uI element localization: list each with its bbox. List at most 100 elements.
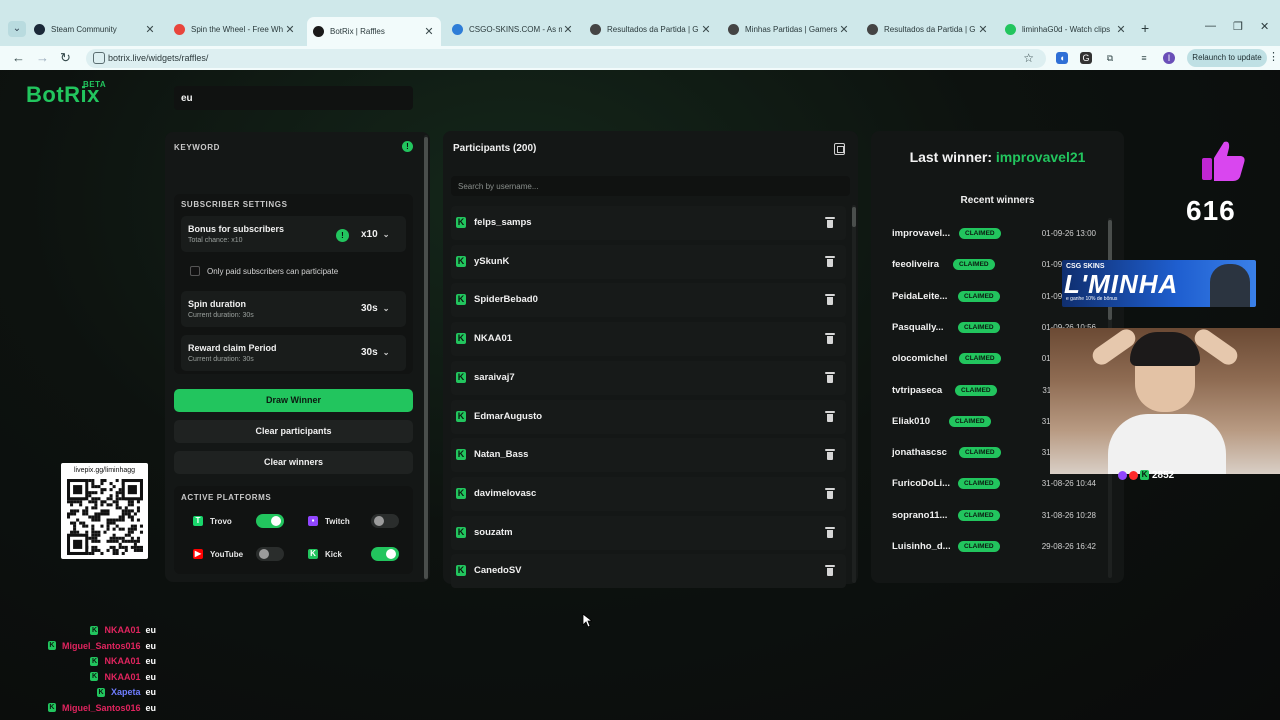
tab-favicon-icon bbox=[1005, 23, 1016, 35]
tab-close-icon[interactable]: ✕ bbox=[144, 23, 156, 36]
tab-favicon-icon bbox=[590, 23, 601, 35]
viewer-counter: K 2852 bbox=[1118, 468, 1174, 482]
toggle-knob bbox=[386, 549, 396, 559]
claimed-badge: CLAIMED bbox=[955, 384, 997, 396]
participants-scroll-thumb[interactable] bbox=[852, 207, 856, 227]
delete-participant-icon[interactable] bbox=[825, 448, 835, 461]
platform-youtube: ▶ YouTube bbox=[181, 541, 291, 567]
browser-menu-icon[interactable]: ⋮ bbox=[1268, 50, 1279, 63]
browser-tab[interactable]: Spin the Wheel - Free Wh ✕ bbox=[168, 17, 302, 41]
tab-label: Resultados da Partida | G bbox=[884, 24, 976, 34]
keyword-label: KEYWORD bbox=[174, 143, 220, 152]
platform-name: YouTube bbox=[210, 550, 244, 559]
minimize-icon[interactable]: — bbox=[1205, 20, 1216, 32]
reading-list-icon[interactable]: ≡ bbox=[1138, 52, 1150, 64]
grammar-extension-icon[interactable]: G bbox=[1080, 52, 1092, 64]
profile-avatar[interactable]: I bbox=[1163, 52, 1175, 64]
browser-tab[interactable]: Minhas Partidas | Gamers ✕ bbox=[722, 17, 856, 41]
tab-close-icon[interactable]: ✕ bbox=[838, 23, 850, 36]
qr-code-icon bbox=[67, 479, 143, 555]
browser-tab[interactable]: liminhaG0d - Watch clips ✕ bbox=[999, 17, 1133, 41]
delete-participant-icon[interactable] bbox=[825, 487, 835, 499]
participant-name: Natan_Bass bbox=[474, 449, 529, 461]
bonus-dropdown[interactable]: x10 ⌄ bbox=[361, 229, 389, 240]
site-info-icon[interactable] bbox=[93, 52, 105, 64]
draw-winner-button[interactable]: Draw Winner bbox=[174, 389, 413, 412]
participant-row: Ksouzatm bbox=[451, 515, 846, 550]
winner-name: FuricoDoLi... bbox=[892, 478, 951, 490]
bookmark-star-icon[interactable]: ☆ bbox=[1023, 51, 1034, 65]
kick-icon: K bbox=[456, 294, 466, 306]
reward-period-dropdown[interactable]: 30s ⌄ bbox=[361, 347, 389, 358]
chat-username: NKAA01 bbox=[104, 656, 141, 666]
copy-icon[interactable] bbox=[834, 143, 845, 155]
banner-promo: e ganhe 10% de bônus bbox=[1066, 296, 1118, 302]
close-window-icon[interactable]: ✕ bbox=[1260, 20, 1269, 33]
paid-only-checkbox[interactable] bbox=[190, 266, 200, 276]
tab-close-icon[interactable]: ✕ bbox=[423, 25, 435, 38]
keyword-input[interactable] bbox=[174, 86, 413, 110]
tab-close-icon[interactable]: ✕ bbox=[1115, 23, 1127, 36]
delete-participant-icon[interactable] bbox=[825, 410, 835, 422]
platform-twitch: ▪ Twitch bbox=[296, 508, 406, 534]
participants-scrollbar[interactable] bbox=[852, 205, 856, 583]
browser-tab[interactable]: Resultados da Partida | G ✕ bbox=[584, 17, 718, 41]
winner-name: Pasqually... bbox=[892, 321, 944, 333]
chat-message: K NKAA01 eu bbox=[90, 626, 156, 637]
botrix-logo[interactable]: BotRix BETA bbox=[26, 80, 106, 108]
back-icon[interactable]: ← bbox=[12, 50, 25, 66]
browser-tab[interactable]: Steam Community ✕ bbox=[28, 17, 162, 41]
clear-winners-button[interactable]: Clear winners bbox=[174, 451, 413, 474]
mouse-cursor-icon bbox=[582, 613, 592, 628]
bonus-info-icon[interactable]: ! bbox=[336, 229, 349, 242]
kick-toggle[interactable] bbox=[371, 547, 399, 561]
kick-icon: K bbox=[456, 333, 466, 345]
winner-name: PeidaLeite... bbox=[892, 290, 948, 302]
twitch-toggle[interactable] bbox=[371, 514, 399, 528]
chat-text: eu bbox=[145, 640, 156, 651]
keyword-info-icon[interactable]: ! bbox=[402, 141, 413, 152]
browser-tab[interactable]: Resultados da Partida | G ✕ bbox=[861, 17, 995, 41]
browser-tab[interactable]: CSGO-SKINS.COM - As m ✕ bbox=[446, 17, 580, 41]
participant-search-input[interactable] bbox=[451, 176, 850, 196]
tab-label: CSGO-SKINS.COM - As m bbox=[469, 24, 562, 34]
winner-name: feeoliveira bbox=[892, 259, 939, 271]
address-bar[interactable]: botrix.live/widgets/raffles/ ☆ bbox=[86, 49, 1046, 68]
delete-participant-icon[interactable] bbox=[825, 216, 835, 228]
tab-label: liminhaG0d - Watch clips bbox=[1022, 24, 1111, 34]
spin-duration-dropdown[interactable]: 30s ⌄ bbox=[361, 303, 389, 314]
delete-participant-icon[interactable] bbox=[825, 293, 835, 306]
clear-participants-button[interactable]: Clear participants bbox=[174, 420, 413, 443]
youtube-toggle[interactable] bbox=[256, 547, 284, 561]
reward-value: 30s bbox=[361, 347, 378, 358]
winner-name: improvavel... bbox=[892, 228, 951, 239]
maximize-icon[interactable]: ❐ bbox=[1233, 20, 1243, 33]
forward-icon[interactable]: → bbox=[36, 50, 49, 66]
delete-participant-icon[interactable] bbox=[825, 371, 835, 383]
browser-tab[interactable]: BotRix | Raffles ✕ bbox=[307, 17, 441, 46]
settings-scroll-thumb[interactable] bbox=[424, 137, 428, 579]
delete-participant-icon[interactable] bbox=[825, 564, 835, 577]
delete-participant-icon[interactable] bbox=[825, 255, 835, 267]
tab-close-icon[interactable]: ✕ bbox=[700, 23, 712, 36]
reward-sub: Current duration: 30s bbox=[188, 356, 254, 363]
claimed-badge: CLAIMED bbox=[949, 415, 991, 427]
delete-participant-icon[interactable] bbox=[825, 526, 835, 538]
relaunch-button[interactable]: Relaunch to update bbox=[1187, 49, 1267, 67]
tab-close-icon[interactable]: ✕ bbox=[977, 23, 989, 36]
trovo-toggle[interactable] bbox=[256, 514, 284, 528]
extension-icon[interactable]: ◖ bbox=[1056, 52, 1068, 64]
tab-close-icon[interactable]: ✕ bbox=[562, 23, 574, 36]
delete-participant-icon[interactable] bbox=[825, 332, 835, 345]
new-tab-button[interactable]: + bbox=[1141, 20, 1149, 36]
participant-name: saraivaj7 bbox=[474, 371, 515, 383]
chat-message: K Miguel_Santos016 eu bbox=[47, 639, 156, 653]
tab-close-icon[interactable]: ✕ bbox=[284, 23, 296, 36]
tab-favicon-icon bbox=[728, 23, 739, 35]
reload-icon[interactable]: ↻ bbox=[60, 50, 71, 66]
participant-row: Kdavimelovasc bbox=[451, 476, 846, 511]
bonus-sub: Total chance: x10 bbox=[188, 237, 243, 244]
puzzle-icon[interactable]: ⧉ bbox=[1104, 52, 1116, 64]
tab-search-button[interactable]: ⌄ bbox=[8, 21, 26, 37]
livepix-qr-card: livepix.gg/liminhagg bbox=[61, 463, 148, 559]
